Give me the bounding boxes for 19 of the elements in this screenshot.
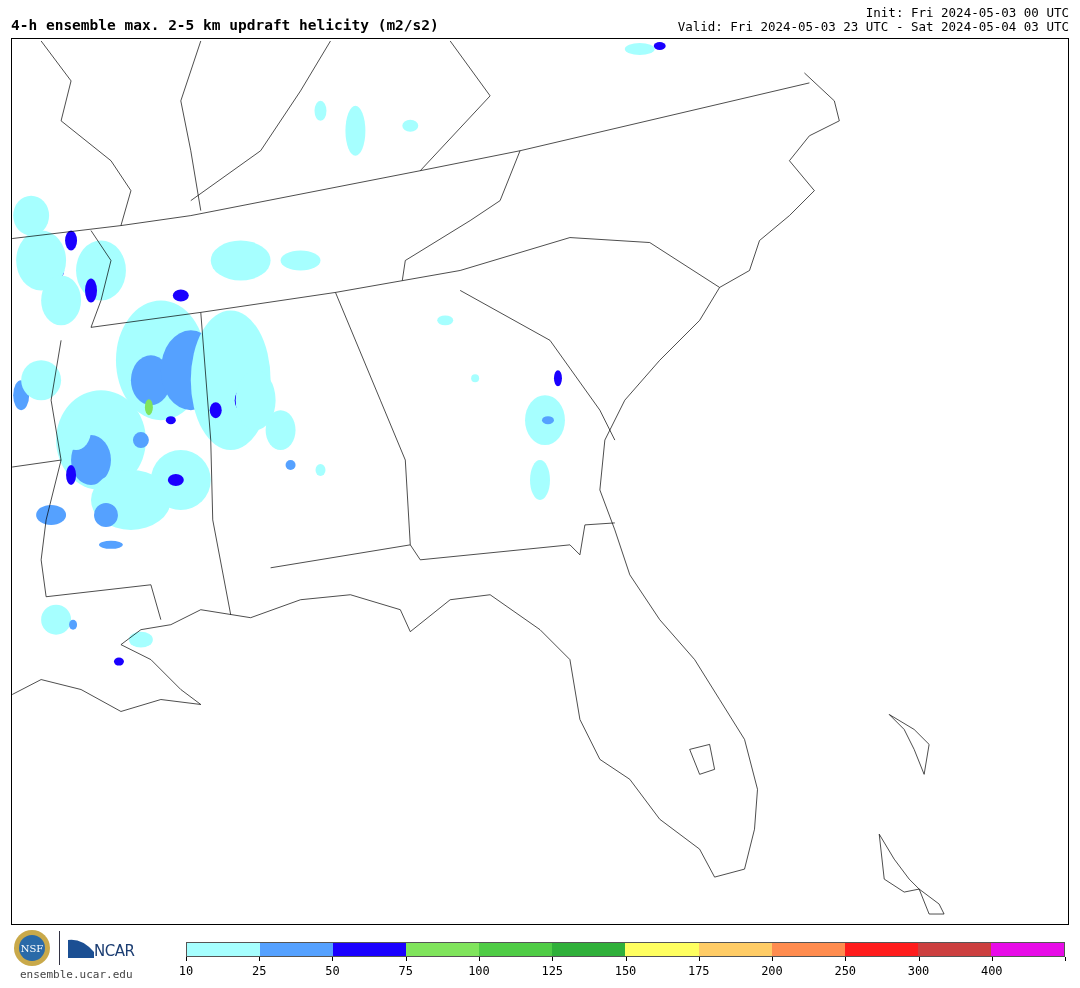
- legend-label: 125: [541, 963, 564, 980]
- globe-logo: NSF: [13, 929, 51, 967]
- legend-label: 150: [614, 963, 637, 980]
- valid-time: Valid: Fri 2024-05-03 23 UTC - Sat 2024-05-04 03 UTC: [677, 20, 1069, 34]
- swoosh-icon: [68, 938, 94, 958]
- legend-label: 200: [761, 963, 783, 980]
- legend-label: 50: [325, 963, 340, 980]
- legend-label: 175: [687, 963, 710, 980]
- ncar-logo-text: NCAR: [94, 940, 135, 962]
- site-url: ensemble.ucar.edu: [20, 967, 134, 983]
- map-title: 4-h ensemble max. 2-5 km updraft helicity (m2/s2): [11, 16, 439, 35]
- legend-label: 100: [468, 963, 490, 980]
- legend-label: 75: [398, 963, 413, 980]
- legend-label: 10: [178, 963, 194, 980]
- init-time: Init: Fri 2024-05-03 00 UTC: [865, 6, 1069, 20]
- legend-label: 300: [907, 963, 930, 980]
- legend-label: 400: [980, 963, 1003, 980]
- legend-label: 250: [834, 963, 857, 980]
- legend-label: 25: [252, 963, 267, 980]
